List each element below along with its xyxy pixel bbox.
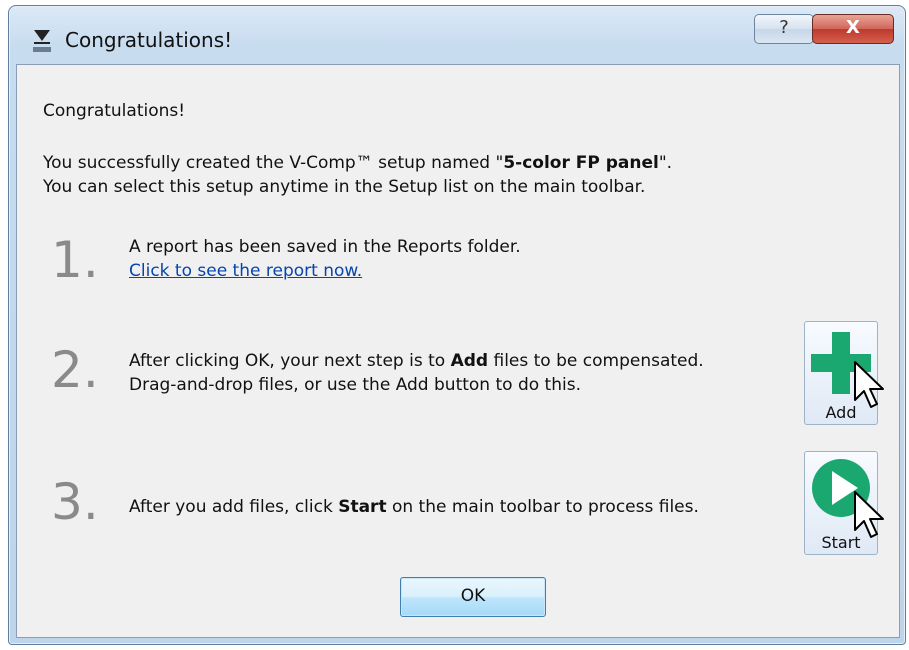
title-bar[interactable]: Congratulations! ? X [9, 6, 905, 64]
setup-created-suffix: ". [658, 153, 673, 173]
step-2-text-line2: Drag-and-drop files, or use the Add butt… [129, 375, 581, 395]
step-2-number-value: 2 [51, 341, 83, 399]
ok-button[interactable]: OK [400, 577, 546, 617]
dialog-content: Congratulations! You successfully create… [16, 64, 900, 638]
step-2-number: 2. [51, 341, 99, 399]
mouse-cursor-icon [854, 491, 884, 538]
step-3-prefix: After you add files, click [129, 497, 339, 517]
window-title: Congratulations! [65, 28, 233, 52]
add-button[interactable]: Add [804, 321, 884, 425]
help-button[interactable]: ? [754, 14, 814, 44]
report-link[interactable]: Click to see the report now. [129, 261, 362, 281]
close-icon: X [846, 17, 860, 38]
close-button[interactable]: X [812, 14, 894, 44]
start-button[interactable]: Start [804, 451, 884, 555]
mouse-cursor-icon [854, 361, 884, 408]
step-3-text: After you add files, click Start on the … [129, 497, 699, 517]
dialog-window: Congratulations! ? X Congratulations! Yo… [8, 5, 906, 645]
vcomp-app-icon [31, 28, 53, 54]
step-2-text: After clicking OK, your next step is to … [129, 351, 704, 371]
setup-created-text: You successfully created the V-Comp™ set… [43, 153, 672, 173]
step-3-number: 3. [51, 473, 99, 531]
setup-select-text: You can select this setup anytime in the… [43, 177, 646, 197]
heading-text: Congratulations! [43, 101, 186, 121]
step-2-prefix: After clicking OK, your next step is to [129, 351, 451, 371]
setup-created-prefix: You successfully created the V-Comp™ set… [43, 153, 504, 173]
step-1-number: 1. [51, 231, 99, 289]
step-1-number-value: 1 [51, 231, 83, 289]
step-2-suffix: files to be compensated. [488, 351, 704, 371]
step-3-suffix: on the main toolbar to process files. [386, 497, 699, 517]
step-1-text: A report has been saved in the Reports f… [129, 237, 521, 257]
help-icon: ? [779, 17, 789, 38]
setup-name: 5-color FP panel [503, 153, 659, 173]
step-3-number-value: 3 [51, 473, 83, 531]
step-2-bold: Add [450, 351, 489, 371]
step-3-bold: Start [338, 497, 387, 517]
